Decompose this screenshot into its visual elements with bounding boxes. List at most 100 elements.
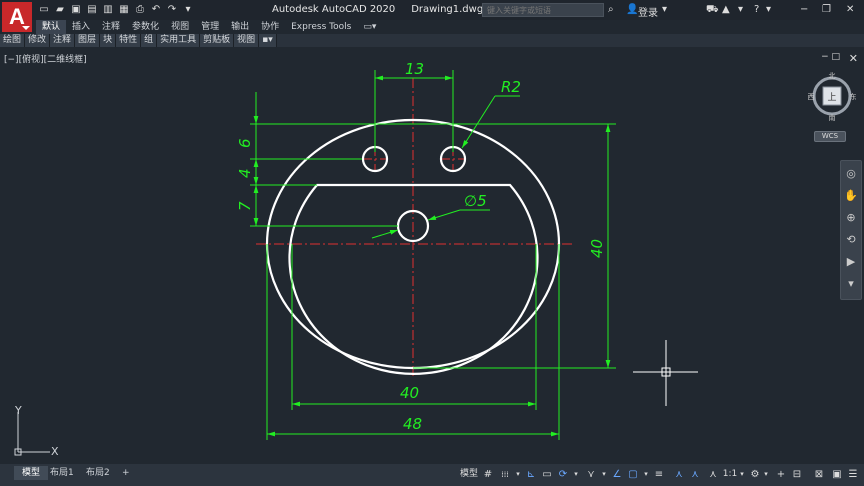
compass-south[interactable]: 南: [829, 113, 836, 122]
annotation-scale-icon[interactable]: ⋏: [706, 467, 720, 482]
maximize-icon[interactable]: ❐: [822, 4, 831, 15]
wcs-menu-button[interactable]: WCS: [814, 131, 846, 142]
undo-icon[interactable]: ↶: [150, 4, 162, 16]
dynamic-input-icon[interactable]: ▭: [540, 467, 554, 482]
full-navigation-wheel-icon[interactable]: ◎: [841, 165, 861, 183]
tab-default[interactable]: 默认: [36, 20, 67, 34]
qat-dropdown-icon[interactable]: ▾: [182, 4, 194, 16]
panel-clipboard[interactable]: 剪贴板: [200, 34, 235, 47]
zoom-extents-icon[interactable]: ⊕: [841, 209, 861, 227]
minimize-icon[interactable]: −: [800, 4, 808, 15]
leader-d5-b: [427, 209, 461, 221]
autodesk-a360-icon[interactable]: ▲: [722, 4, 730, 15]
saveas-icon[interactable]: ▤: [86, 4, 98, 16]
panel-draw[interactable]: 绘图: [0, 34, 26, 47]
tab-express-tools[interactable]: Express Tools: [285, 20, 357, 34]
ortho-icon[interactable]: ⊾: [524, 467, 538, 482]
center-lines: [256, 78, 572, 378]
model-space-button[interactable]: 模型: [458, 467, 480, 482]
units-icon[interactable]: ⊟: [790, 467, 804, 482]
annotation-scale-value[interactable]: 1:1: [722, 467, 738, 482]
dim-40-h-text: 40: [400, 384, 419, 402]
grid-icon[interactable]: #: [482, 467, 494, 482]
polar-dropdown-icon[interactable]: ▾: [572, 467, 580, 482]
fullscreen-icon[interactable]: ▣: [830, 467, 844, 482]
user-icon[interactable]: 👤: [626, 4, 638, 15]
panel-expand-icon[interactable]: ▪▾: [259, 34, 277, 47]
cart-icon[interactable]: ⛟: [706, 4, 719, 17]
polar-tracking-icon[interactable]: ⟳: [556, 467, 570, 482]
window-title: Autodesk AutoCAD 2020 Drawing1.dwg: [272, 4, 483, 15]
panel-block[interactable]: 块: [100, 34, 117, 47]
pan-icon[interactable]: ✋: [841, 187, 861, 205]
tab-view[interactable]: 视图: [165, 20, 195, 34]
tab-parametric[interactable]: 参数化: [126, 20, 165, 34]
isodraft-dropdown-icon[interactable]: ▾: [600, 467, 608, 482]
search-input[interactable]: [483, 4, 603, 16]
leader-r2: [461, 95, 496, 149]
panel-modify[interactable]: 修改: [25, 34, 51, 47]
showmotion-icon[interactable]: ▶: [841, 253, 861, 271]
help-dropdown-icon[interactable]: ▾: [766, 4, 771, 15]
customization-icon[interactable]: ☰: [846, 467, 860, 482]
workspace-dropdown-icon[interactable]: ▾: [762, 467, 770, 482]
redo-icon[interactable]: ↷: [166, 4, 178, 16]
autocad-logo-button[interactable]: A: [2, 2, 32, 32]
login-link[interactable]: 登录: [638, 4, 658, 19]
compass-east[interactable]: 东: [850, 92, 857, 101]
tab-annotate[interactable]: 注释: [96, 20, 126, 34]
logo-letter: A: [9, 4, 25, 29]
ribbon-toggle-icon[interactable]: ▭▾: [357, 20, 382, 34]
workspace-gear-icon[interactable]: ⚙: [748, 467, 762, 482]
navbar-dropdown-icon[interactable]: ▾: [841, 275, 861, 293]
search-box[interactable]: [482, 3, 604, 17]
search-icon[interactable]: ⌕: [608, 4, 614, 15]
lineweight-icon[interactable]: ≡: [652, 467, 666, 482]
compass-north[interactable]: 北: [829, 72, 836, 80]
dim-13-text: 13: [405, 60, 424, 78]
annotation-autoscale-icon[interactable]: ⋏: [688, 467, 702, 482]
snap-icon[interactable]: ⁞⁞⁞: [498, 467, 512, 482]
tab-new-layout[interactable]: +: [114, 466, 138, 480]
snap-dropdown-icon[interactable]: ▾: [514, 467, 522, 482]
leader-d5-a: [371, 229, 399, 239]
orbit-icon[interactable]: ⟲: [841, 231, 861, 249]
annotation-visibility-icon[interactable]: ⋏: [672, 467, 686, 482]
panel-properties[interactable]: 特性: [116, 34, 142, 47]
save-icon[interactable]: ▣: [70, 4, 82, 16]
panel-utilities[interactable]: 实用工具: [157, 34, 201, 47]
compass-west[interactable]: 西: [808, 93, 815, 101]
open-icon[interactable]: ▰: [54, 4, 66, 16]
isodraft-icon[interactable]: ⋎: [584, 467, 598, 482]
object-snap-icon[interactable]: ▢: [626, 467, 640, 482]
object-snap-tracking-icon[interactable]: ∠: [610, 467, 624, 482]
panel-view[interactable]: 视图: [234, 34, 260, 47]
help-icon[interactable]: ?: [754, 4, 759, 15]
annotation-monitor-icon[interactable]: +: [774, 467, 788, 482]
login-dropdown-icon[interactable]: ▾: [662, 4, 667, 15]
viewcube[interactable]: 上 北 南 东 西: [808, 72, 856, 128]
web-save-icon[interactable]: ▦: [118, 4, 130, 16]
panel-groups[interactable]: 组: [141, 34, 158, 47]
ucs-y-label: Y: [14, 404, 22, 417]
tab-manage[interactable]: 管理: [195, 20, 225, 34]
web-open-icon[interactable]: ▥: [102, 4, 114, 16]
new-icon[interactable]: ▭: [38, 4, 50, 16]
tab-collaborate[interactable]: 协作: [255, 20, 285, 34]
isolate-objects-icon[interactable]: ⊠: [812, 467, 826, 482]
panel-annotation[interactable]: 注释: [50, 34, 76, 47]
tb-dropdown-icon[interactable]: ▾: [738, 4, 743, 15]
scale-dropdown-icon[interactable]: ▾: [738, 467, 746, 482]
tab-layout2[interactable]: 布局2: [78, 466, 118, 480]
ribbon-panel-bar: 绘图 修改 注释 图层块特性组实用工具 剪贴板 视图 ▪▾: [0, 34, 864, 47]
navigation-bar: ◎ ✋ ⊕ ⟲ ▶ ▾: [840, 160, 862, 300]
osnap-dropdown-icon[interactable]: ▾: [642, 467, 650, 482]
dim-d5-text: ∅5: [464, 192, 487, 210]
close-window-icon[interactable]: ✕: [846, 4, 854, 15]
tab-output[interactable]: 输出: [225, 20, 255, 34]
plot-icon[interactable]: ⎙: [134, 4, 146, 16]
tab-insert[interactable]: 插入: [66, 20, 96, 34]
panel-layers[interactable]: 图层: [75, 34, 101, 47]
dimensions: [250, 70, 616, 440]
tab-layout1[interactable]: 布局1: [42, 466, 82, 480]
